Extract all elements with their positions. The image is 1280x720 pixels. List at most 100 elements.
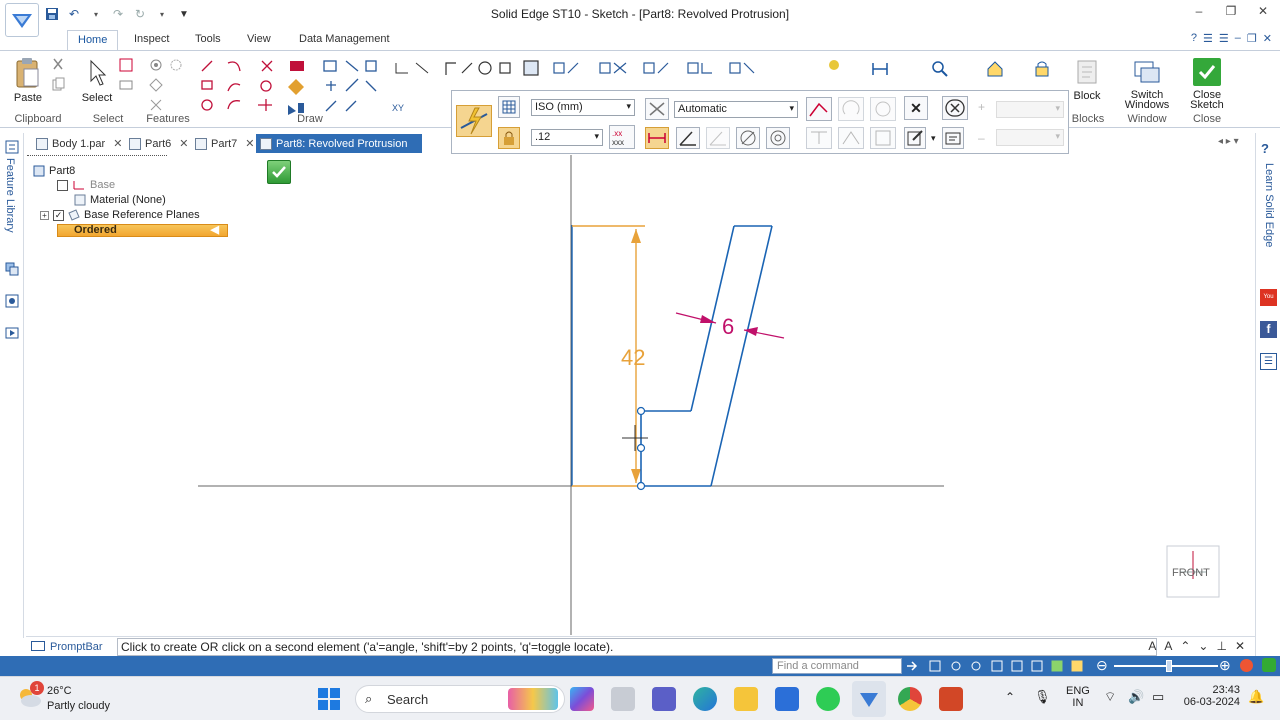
keypoint-handle[interactable] [636, 443, 646, 453]
break-button[interactable] [838, 127, 864, 149]
maximize-button[interactable]: ❐ [1224, 4, 1238, 18]
profile-right-slant[interactable] [710, 225, 773, 487]
sensors-icon[interactable] [4, 293, 20, 309]
diamond-icon[interactable] [148, 77, 164, 93]
expand-icon[interactable]: ⌄ [1198, 639, 1208, 653]
help-icon[interactable]: ? [1191, 32, 1197, 45]
doc-tab-part7[interactable]: Part7 ✕ [191, 134, 259, 153]
quickpick-icon[interactable] [118, 77, 134, 93]
cancel-command-button[interactable] [942, 96, 968, 120]
store-icon[interactable] [775, 687, 799, 711]
dimension-42-label[interactable]: 42 [621, 345, 645, 370]
save-icon[interactable] [44, 6, 60, 22]
whatsapp-icon[interactable] [816, 687, 840, 711]
undo-icon[interactable]: ↶ [66, 6, 82, 22]
lock-plane-button[interactable] [498, 127, 520, 149]
font-size-icon[interactable]: A [1148, 639, 1156, 653]
paste-button[interactable]: Paste [10, 57, 46, 104]
tab-home[interactable]: Home [67, 30, 119, 51]
view-orientation-triad[interactable]: FRONT [1166, 545, 1220, 598]
task-view-icon[interactable] [611, 687, 635, 711]
close-sketch-button[interactable]: Close Sketch [1186, 57, 1228, 111]
gear-icon[interactable] [168, 57, 184, 73]
relationship-handles-icon[interactable] [870, 59, 890, 79]
coordinate-button[interactable] [870, 97, 896, 121]
promptbar-close-icon[interactable]: ✕ [1235, 639, 1245, 653]
community-icon[interactable]: ☰ [1260, 353, 1277, 370]
weather-widget[interactable]: 1 26°C Partly cloudy [16, 681, 110, 714]
volume-icon[interactable]: 🔊 [1128, 689, 1144, 705]
dimension-axis-button[interactable] [806, 97, 832, 121]
intellisketch-button[interactable] [456, 105, 492, 137]
keypoint-handle[interactable] [636, 481, 646, 491]
select-button[interactable]: Select [80, 57, 114, 104]
record-icon[interactable] [1240, 659, 1253, 672]
relate-tools-icon[interactable]: ⇔ [440, 55, 860, 89]
ribbon-restore-icon[interactable]: ❐ [1247, 32, 1257, 45]
chrome-icon[interactable] [898, 687, 922, 711]
copy-icon[interactable] [50, 77, 66, 93]
notification-icon[interactable]: 🔔 [1248, 689, 1264, 705]
pathfinder-icon[interactable] [4, 139, 20, 155]
stack-button[interactable] [870, 127, 896, 149]
lower-tolerance-field[interactable]: ▾ [996, 129, 1064, 146]
close-tab-icon[interactable]: ✕ [245, 137, 254, 150]
solid-edge-taskbar-active[interactable] [852, 681, 886, 717]
youtube-icon[interactable]: You [1260, 289, 1277, 306]
minimize-button[interactable]: – [1192, 4, 1206, 18]
windows-start-icon[interactable] [317, 687, 341, 711]
taskbar-search[interactable]: ⌕ Search [355, 685, 565, 713]
angular-dimension-button[interactable] [676, 127, 700, 149]
doc-tab-part6[interactable]: Part6 ✕ [125, 134, 193, 153]
sketch-profile[interactable] [640, 225, 773, 487]
close-command-button[interactable]: ✕ [904, 96, 928, 120]
tolerance-button[interactable] [806, 127, 832, 149]
doc-tab-part8[interactable]: Part8: Revolved Protrusion [256, 134, 422, 153]
customize-qat-icon[interactable]: ▼ [176, 6, 192, 22]
select-filter-icon[interactable] [118, 57, 134, 73]
pin-icon[interactable]: ⊥ [1216, 639, 1226, 653]
dimension-orientation-button[interactable] [645, 127, 669, 149]
zoom-in-icon[interactable]: ⊕ [1219, 657, 1231, 674]
teams-icon[interactable] [652, 687, 676, 711]
radius-button[interactable] [766, 127, 790, 149]
dimension-6[interactable]: 6 [675, 312, 785, 339]
dimension-6-label[interactable]: 6 [722, 314, 734, 339]
video-icon[interactable] [4, 325, 20, 341]
keypoint-handle[interactable] [636, 406, 646, 416]
feature-library-tab[interactable]: Feature Library [4, 158, 16, 233]
tab-data-management[interactable]: Data Management [289, 30, 400, 51]
lock-view-icon[interactable] [1032, 59, 1052, 79]
precision-select[interactable]: .12 ▾ [531, 129, 603, 146]
zoom-icon[interactable] [930, 59, 950, 79]
grid-options-button[interactable] [498, 96, 520, 118]
revolve-icon[interactable] [148, 57, 164, 73]
layers-icon[interactable] [4, 261, 20, 277]
sketch-canvas[interactable]: 42 6 FRONT [26, 155, 1254, 635]
zoom-slider-thumb[interactable] [1166, 660, 1172, 672]
copilot-icon[interactable] [570, 687, 594, 711]
dimension-style-button[interactable]: .xx xxx [609, 125, 635, 149]
clock[interactable]: 23:43 06-03-2024 [1180, 684, 1240, 708]
facebook-icon[interactable]: f [1260, 321, 1277, 338]
zoom-out-icon[interactable]: ⊖ [1096, 657, 1108, 674]
collapse-icon[interactable]: ⌃ [1180, 639, 1190, 653]
ribbon-close-icon[interactable]: ✕ [1263, 32, 1272, 45]
language-indicator[interactable]: ENG IN [1066, 685, 1090, 709]
doc-tab-body1[interactable]: Body 1.par ✕ [32, 134, 126, 153]
battery-icon[interactable]: ▭ [1152, 689, 1164, 705]
redo-dropdown-icon[interactable]: ▾ [154, 6, 170, 22]
units-select[interactable]: ISO (mm) ▾ [531, 99, 635, 116]
file-explorer-icon[interactable] [734, 687, 758, 711]
font-smaller-icon[interactable]: A [1164, 639, 1172, 653]
switch-windows-button[interactable]: Switch Windows [1114, 57, 1180, 111]
status-green-icon[interactable] [1262, 658, 1276, 672]
close-button[interactable]: ✕ [1256, 4, 1270, 18]
draw-tools-icon[interactable]: XY [196, 55, 446, 117]
learn-solid-edge-tab[interactable]: Learn Solid Edge [1263, 163, 1275, 247]
diameter-button[interactable] [736, 127, 760, 149]
tab-inspect[interactable]: Inspect [124, 30, 179, 51]
ribbon-minimize-icon[interactable]: – [1235, 32, 1241, 45]
tab-scroll-icons[interactable]: ◂ ▸ ▾ [1218, 136, 1239, 147]
edge-icon[interactable] [693, 687, 717, 711]
